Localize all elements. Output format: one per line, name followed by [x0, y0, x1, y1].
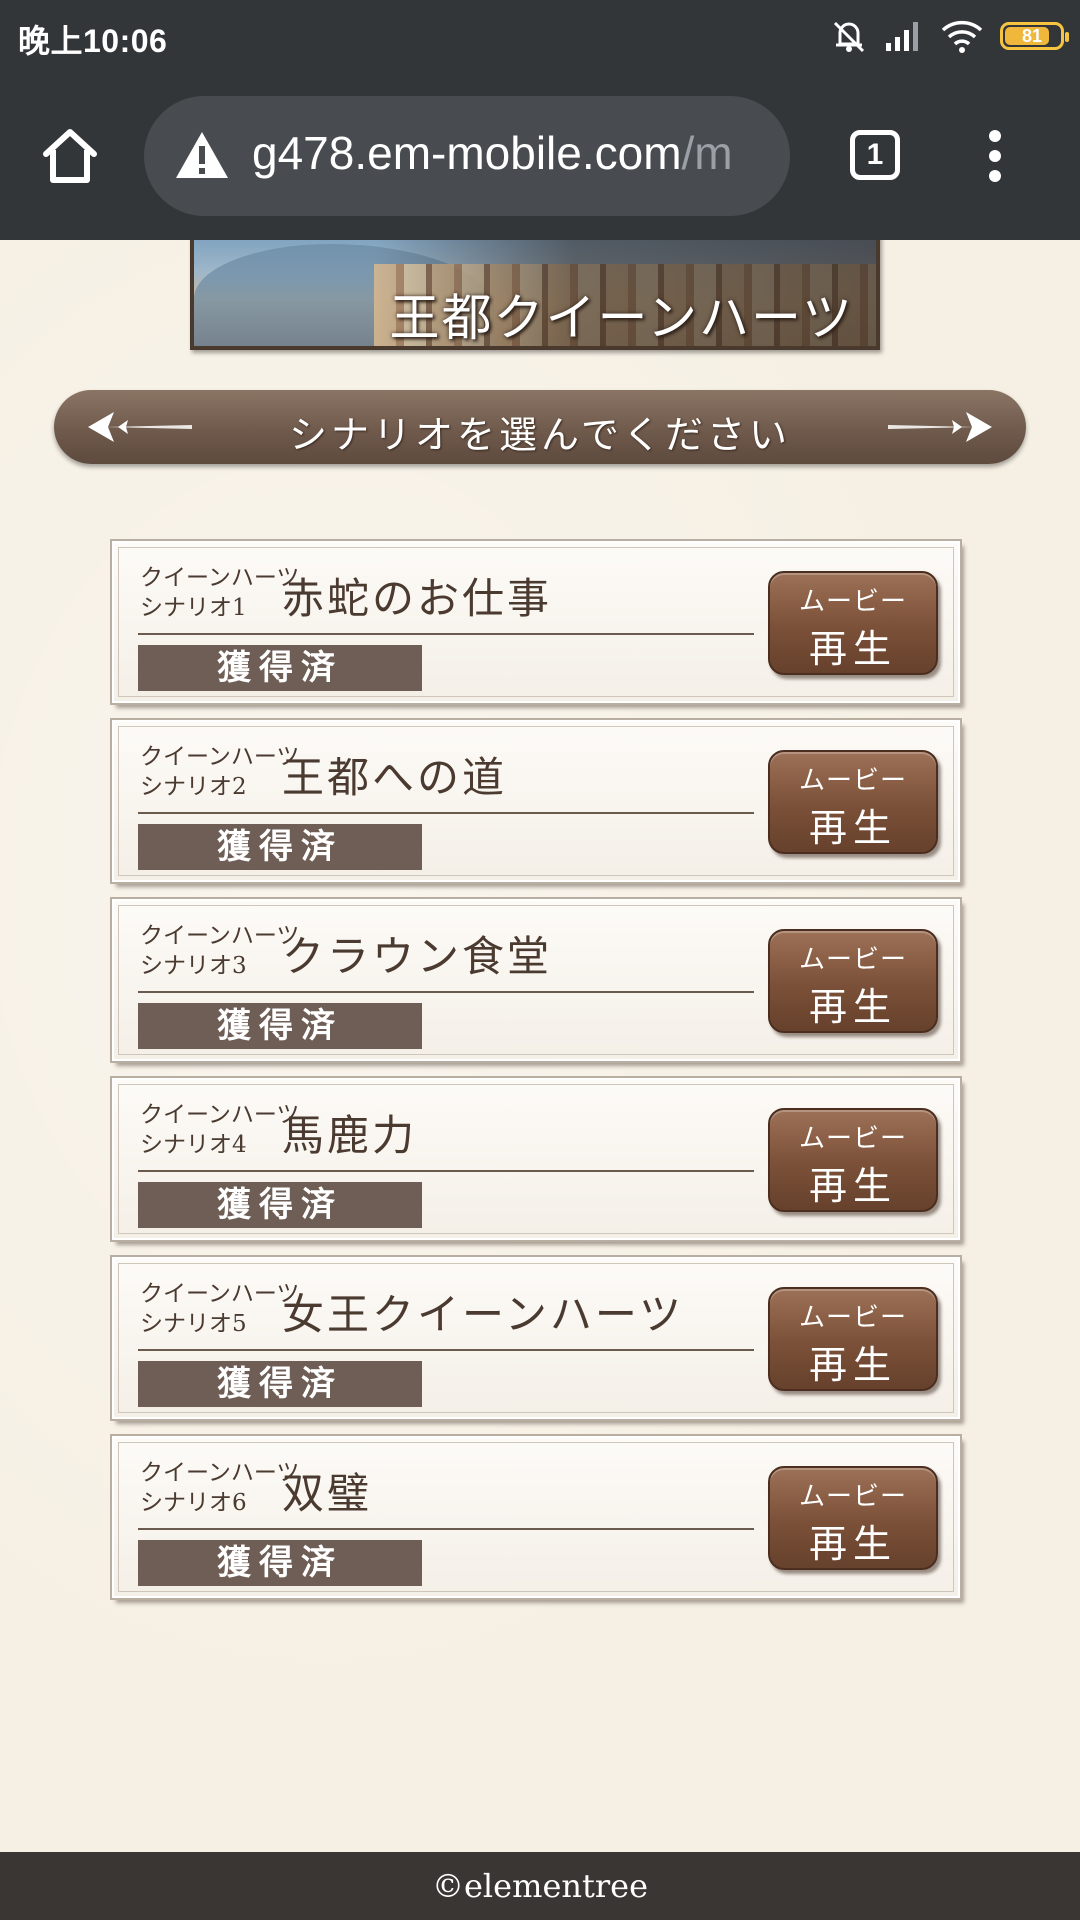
scenario-series-label: クイーンハーツ シナリオ1: [140, 563, 300, 623]
series-name: クイーンハーツ: [140, 923, 300, 949]
scenario-number: シナリオ5: [140, 1311, 247, 1337]
copyright-text: ©elementree: [431, 1867, 649, 1905]
battery-icon: 81: [1000, 22, 1069, 50]
movie-button-line2: 再生: [808, 985, 897, 1029]
series-name: クイーンハーツ: [140, 744, 300, 770]
acquired-badge: 獲得済: [138, 1003, 422, 1049]
movie-button-line2: 再生: [808, 1343, 897, 1387]
scenario-card: クイーンハーツ シナリオ3 クラウン食堂 獲得済 ムービー 再生: [110, 897, 962, 1063]
divider: [138, 1528, 754, 1530]
scenario-title: 女王クイーンハーツ: [282, 1290, 685, 1339]
movie-button-line1: ムービー: [798, 766, 907, 796]
divider: [138, 1170, 754, 1172]
scenario-card: クイーンハーツ シナリオ6 双璧 獲得済 ムービー 再生: [110, 1434, 962, 1600]
movie-button-line1: ムービー: [798, 1124, 907, 1154]
play-movie-button[interactable]: ムービー 再生: [768, 571, 938, 675]
scenario-series-label: クイーンハーツ シナリオ2: [140, 742, 300, 802]
scenario-series-label: クイーンハーツ シナリオ5: [140, 1279, 300, 1339]
tab-switcher-button[interactable]: 1: [850, 130, 900, 180]
battery-level: 81: [1021, 25, 1043, 46]
play-movie-button[interactable]: ムービー 再生: [768, 1108, 938, 1212]
address-bar[interactable]: g478.em-mobile.com/m: [144, 96, 790, 216]
browser-toolbar: g478.em-mobile.com/m 1: [0, 72, 1080, 240]
movie-button-line1: ムービー: [798, 1303, 907, 1333]
acquired-badge: 獲得済: [138, 824, 422, 870]
acquired-badge: 獲得済: [138, 1182, 422, 1228]
url-path: /m: [681, 127, 733, 179]
acquired-badge: 獲得済: [138, 645, 422, 691]
section-header-title: シナリオを選んでください: [288, 413, 792, 457]
movie-button-line2: 再生: [808, 1164, 897, 1208]
acquired-badge: 獲得済: [138, 1361, 422, 1407]
series-name: クイーンハーツ: [140, 1102, 300, 1128]
scenario-number: シナリオ1: [140, 595, 247, 621]
url-host: g478.em-mobile.com: [252, 127, 682, 179]
page-content: 王都クイーンハーツ シナリオを選んでください クイーンハーツ シナリオ1 赤蛇のお仕…: [0, 240, 1080, 1852]
scenario-title: 双璧: [282, 1469, 373, 1518]
status-bar: 晚上10:06 81: [0, 0, 1080, 72]
status-time: 晚上10:06: [18, 23, 168, 59]
area-banner: 王都クイーンハーツ: [190, 240, 880, 350]
scenario-number: シナリオ2: [140, 774, 247, 800]
banner-title: 王都クイーンハーツ: [389, 289, 854, 347]
movie-button-line2: 再生: [808, 1522, 897, 1566]
signal-icon: [886, 22, 918, 51]
scenario-card: クイーンハーツ シナリオ2 王都への道 獲得済 ムービー 再生: [110, 718, 962, 884]
acquired-badge: 獲得済: [138, 1540, 422, 1586]
play-movie-button[interactable]: ムービー 再生: [768, 929, 938, 1033]
scenario-series-label: クイーンハーツ シナリオ6: [140, 1458, 300, 1518]
tab-count: 1: [866, 138, 884, 171]
movie-button-line1: ムービー: [798, 587, 907, 617]
scenario-number: シナリオ4: [140, 1132, 247, 1158]
series-name: クイーンハーツ: [140, 565, 300, 591]
movie-button-line2: 再生: [808, 627, 897, 671]
status-icons: 81: [830, 14, 1069, 58]
ornament-right-icon: [888, 412, 992, 442]
more-vert-icon[interactable]: [980, 128, 1010, 184]
series-name: クイーンハーツ: [140, 1460, 300, 1486]
scenario-title: 王都への道: [282, 753, 508, 802]
play-movie-button[interactable]: ムービー 再生: [768, 1287, 938, 1391]
vibrate-off-icon: [833, 21, 865, 53]
scenario-card: クイーンハーツ シナリオ1 赤蛇のお仕事 獲得済 ムービー 再生: [110, 539, 962, 705]
play-movie-button[interactable]: ムービー 再生: [768, 750, 938, 854]
scenario-title: クラウン食堂: [282, 932, 553, 981]
warning-icon[interactable]: [174, 128, 230, 184]
movie-button-line2: 再生: [808, 806, 897, 850]
scenario-title: 赤蛇のお仕事: [282, 574, 553, 623]
divider: [138, 812, 754, 814]
play-movie-button[interactable]: ムービー 再生: [768, 1466, 938, 1570]
series-name: クイーンハーツ: [140, 1281, 300, 1307]
scenario-series-label: クイーンハーツ シナリオ4: [140, 1100, 300, 1160]
url-text[interactable]: g478.em-mobile.com/m: [252, 126, 733, 180]
divider: [138, 633, 754, 635]
home-icon[interactable]: [38, 124, 102, 188]
movie-button-line1: ムービー: [798, 945, 907, 975]
scenario-title: 馬鹿力: [282, 1111, 418, 1160]
movie-button-line1: ムービー: [798, 1482, 907, 1512]
wifi-icon: [941, 20, 983, 53]
scenario-number: シナリオ3: [140, 953, 247, 979]
divider: [138, 1349, 754, 1351]
scenario-number: シナリオ6: [140, 1490, 247, 1516]
scenario-series-label: クイーンハーツ シナリオ3: [140, 921, 300, 981]
divider: [138, 991, 754, 993]
scenario-card: クイーンハーツ シナリオ4 馬鹿力 獲得済 ムービー 再生: [110, 1076, 962, 1242]
section-header: シナリオを選んでください: [54, 390, 1026, 464]
footer: ©elementree: [0, 1852, 1080, 1920]
scenario-card: クイーンハーツ シナリオ5 女王クイーンハーツ 獲得済 ムービー 再生: [110, 1255, 962, 1421]
